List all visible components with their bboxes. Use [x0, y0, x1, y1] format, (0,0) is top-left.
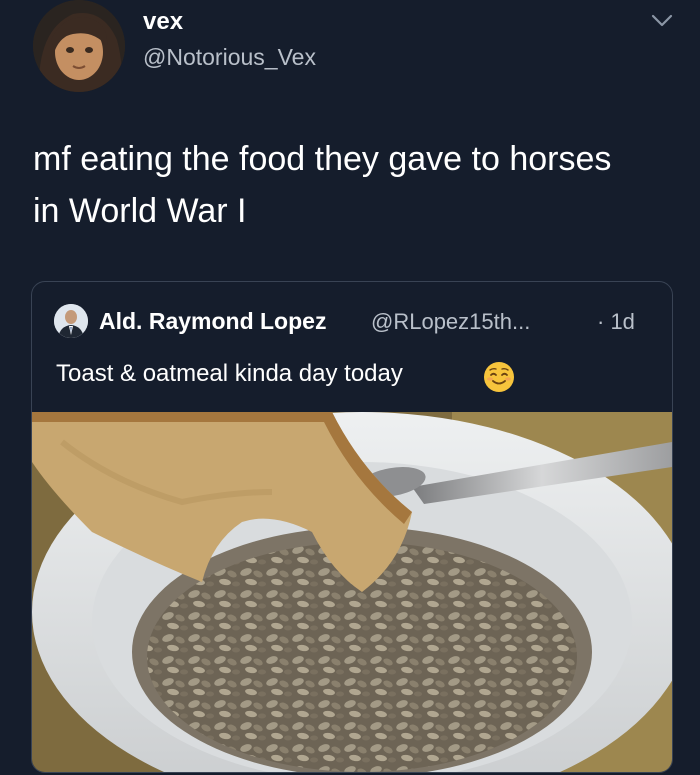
- quoted-tweet[interactable]: Ald. Raymond Lopez @RLopez15th... · 1d T…: [31, 281, 673, 773]
- avatar[interactable]: [33, 0, 125, 92]
- tweet-text-line-1: mf eating the food they gave to horses: [33, 140, 612, 178]
- quoted-avatar[interactable]: [54, 304, 88, 338]
- chevron-down-icon[interactable]: [650, 10, 674, 30]
- tweet-text-line-2: in World War I: [33, 192, 247, 230]
- tweet-card: vex @Notorious_Vex mf eating the food th…: [0, 0, 700, 775]
- avatar-illustration: [33, 0, 125, 92]
- quoted-tweet-text: Toast & oatmeal kinda day today: [56, 360, 403, 387]
- quoted-timestamp[interactable]: · 1d: [597, 309, 635, 335]
- relieved-face-icon: [482, 360, 516, 394]
- quoted-user-handle[interactable]: @RLopez15th...: [371, 309, 530, 335]
- quoted-avatar-photo: [54, 304, 88, 338]
- toast-oatmeal-photo[interactable]: [32, 412, 672, 772]
- display-name[interactable]: vex: [143, 8, 183, 36]
- user-handle[interactable]: @Notorious_Vex: [143, 44, 316, 71]
- tweet-text: mf eating the food they gave to horses i…: [33, 133, 683, 237]
- quoted-display-name[interactable]: Ald. Raymond Lopez: [99, 308, 326, 335]
